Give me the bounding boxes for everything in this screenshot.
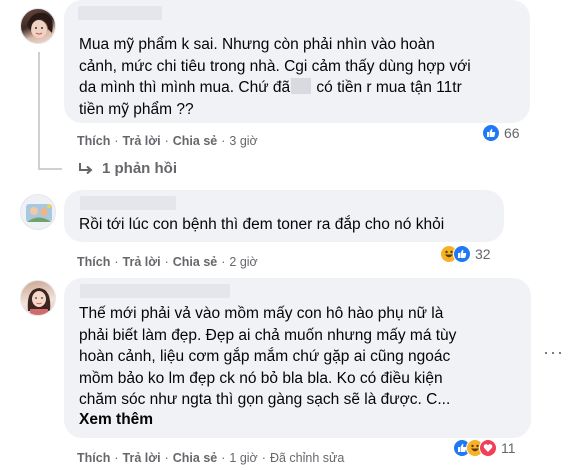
comment-text: Mua mỹ phẩm k sai. Nhưng còn phải nhìn v… <box>79 36 471 118</box>
view-replies-label: 1 phản hồi <box>102 160 177 177</box>
author-name-redacted <box>80 284 230 298</box>
comment-actions: Thích · Trả lời · Chia sẻ · 2 giờ <box>77 255 258 269</box>
comment-actions: Thích · Trả lời · Chia sẻ · 1 giờ · Đã chỉnh sửa <box>77 451 345 465</box>
comment-bubble: Mua mỹ phẩm k sai. Nhưng còn phải nhìn v… <box>64 0 530 123</box>
reply-link[interactable]: Trả lời <box>123 451 161 465</box>
reaction-count: 11 <box>501 440 516 456</box>
view-replies-link[interactable]: 1 phản hồi <box>78 160 177 177</box>
avatar-photo <box>27 12 53 38</box>
avatar[interactable] <box>20 8 56 44</box>
avatar-photo <box>27 288 51 315</box>
edited-label: Đã chỉnh sửa <box>269 451 345 465</box>
more-options-icon[interactable]: ··· <box>543 342 564 363</box>
comment-text: Rồi tới lúc con bệnh thì đem toner ra đắ… <box>79 216 445 233</box>
reaction-summary[interactable]: 32 <box>440 243 491 265</box>
love-icon <box>479 439 497 457</box>
timestamp[interactable]: 3 giờ <box>229 134 257 148</box>
comment-bubble: Rồi tới lúc con bệnh thì đem toner ra đắ… <box>64 190 504 242</box>
avatar[interactable] <box>20 194 56 230</box>
comment-bubble: Thế mới phải vả vào mồm mấy con hô hào p… <box>64 278 531 438</box>
timestamp[interactable]: 2 giờ <box>229 255 257 269</box>
like-link[interactable]: Thích <box>77 134 110 148</box>
author-name-redacted <box>78 6 162 20</box>
author-name-redacted <box>80 196 176 210</box>
thread-line-branch <box>38 168 62 170</box>
share-link[interactable]: Chia sẻ <box>173 134 217 148</box>
reply-arrow-icon <box>79 162 93 174</box>
reaction-summary[interactable]: 11 <box>453 437 516 459</box>
comment-actions: Thích · Trả lời · Chia sẻ · 3 giờ <box>77 134 258 148</box>
reaction-count: 32 <box>475 246 491 262</box>
timestamp[interactable]: 1 giờ <box>229 451 257 465</box>
reaction-count: 66 <box>504 125 520 141</box>
reply-link[interactable]: Trả lời <box>123 255 161 269</box>
like-link[interactable]: Thích <box>77 451 110 465</box>
reply-link[interactable]: Trả lời <box>123 134 161 148</box>
redacted-text <box>291 78 312 94</box>
avatar[interactable] <box>20 280 56 316</box>
share-link[interactable]: Chia sẻ <box>173 255 217 269</box>
reaction-summary[interactable]: 66 <box>482 122 520 144</box>
see-more-link[interactable]: Xem thêm <box>79 411 153 429</box>
like-link[interactable]: Thích <box>77 255 110 269</box>
avatar-photo <box>26 204 52 222</box>
comment-text: Thế mới phải vả vào mồm mấy con hô hào p… <box>79 305 457 408</box>
like-icon <box>453 245 471 263</box>
share-link[interactable]: Chia sẻ <box>173 451 217 465</box>
like-icon <box>482 124 500 142</box>
thread-line <box>38 52 40 170</box>
